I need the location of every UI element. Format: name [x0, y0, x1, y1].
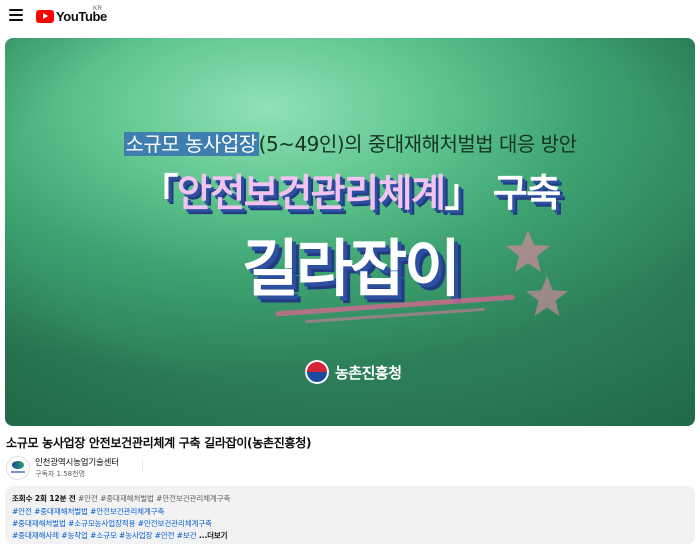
- thumbnail-bracket-open: 「: [140, 171, 178, 215]
- description-box[interactable]: 조회수 2회 12분 전 #안전 #중대재해처벌법 #안전보건관리체계구축 #안…: [5, 486, 695, 544]
- video-title: 소규모 농사업장 안전보건관리체계 구축 길라잡이(농촌진흥청): [6, 436, 312, 450]
- thumbnail-main-title: 길라잡이: [241, 232, 461, 305]
- youtube-play-icon: [36, 9, 54, 23]
- header-hashtags[interactable]: #안전 #중대재해처벌법 #안전보건관리체계구축: [78, 494, 230, 503]
- hamburger-menu-icon[interactable]: [9, 9, 23, 21]
- thumbnail-subtitle-rest: (5~49인)의 중대재해처벌법 대응 방안: [258, 132, 577, 156]
- description-line: 조회수 2회 12분 전 #안전 #중대재해처벌법 #안전보건관리체계구축: [12, 493, 230, 504]
- thumbnail-subtitle-highlight: 소규모 농사업장: [123, 132, 259, 156]
- hashtag-line[interactable]: #안전 #중대재해처벌법 #안전보건관리체계구축: [12, 506, 164, 517]
- thumbnail-headline: 「안전보건관리체계」 구축: [5, 162, 695, 217]
- subscriber-count: 구독자 1.58천명: [35, 470, 86, 478]
- view-count-time: 조회수 2회 12분 전: [12, 494, 76, 503]
- thumbnail-subtitle: 소규모 농사업장 (5~49인)의 중대재해처벌법 대응 방안: [5, 128, 695, 157]
- thumbnail-headline-rest: 」 구축: [444, 171, 562, 215]
- show-more-button[interactable]: ...더보기: [199, 531, 228, 540]
- org-name: 농촌진흥청: [335, 363, 402, 382]
- channel-name[interactable]: 인천광역시농업기술센터: [35, 456, 119, 468]
- taegeuk-icon: [305, 360, 329, 384]
- org-logo: 농촌진흥청: [305, 360, 402, 384]
- region-label: KR: [93, 5, 103, 12]
- hashtag-line[interactable]: #중대재해사례 #농작업 #소규모 #농사업장 #안전 #보건: [12, 531, 197, 540]
- hashtag-line[interactable]: #중대재해처벌법 #소규모농사업장적용 #안전보건관리체계구축: [12, 518, 212, 529]
- star-icon: [525, 275, 569, 317]
- thumbnail-headline-accent: 안전보건관리체계: [176, 171, 446, 215]
- star-icon: [506, 230, 550, 272]
- channel-avatar[interactable]: [6, 456, 30, 480]
- divider: [142, 460, 143, 472]
- video-player[interactable]: 소규모 농사업장 (5~49인)의 중대재해처벌법 대응 방안 「안전보건관리체계…: [5, 38, 695, 426]
- top-bar: YouTube KR: [0, 0, 700, 32]
- description-line: #중대재해사례 #농작업 #소규모 #농사업장 #안전 #보건 ...더보기: [12, 530, 228, 541]
